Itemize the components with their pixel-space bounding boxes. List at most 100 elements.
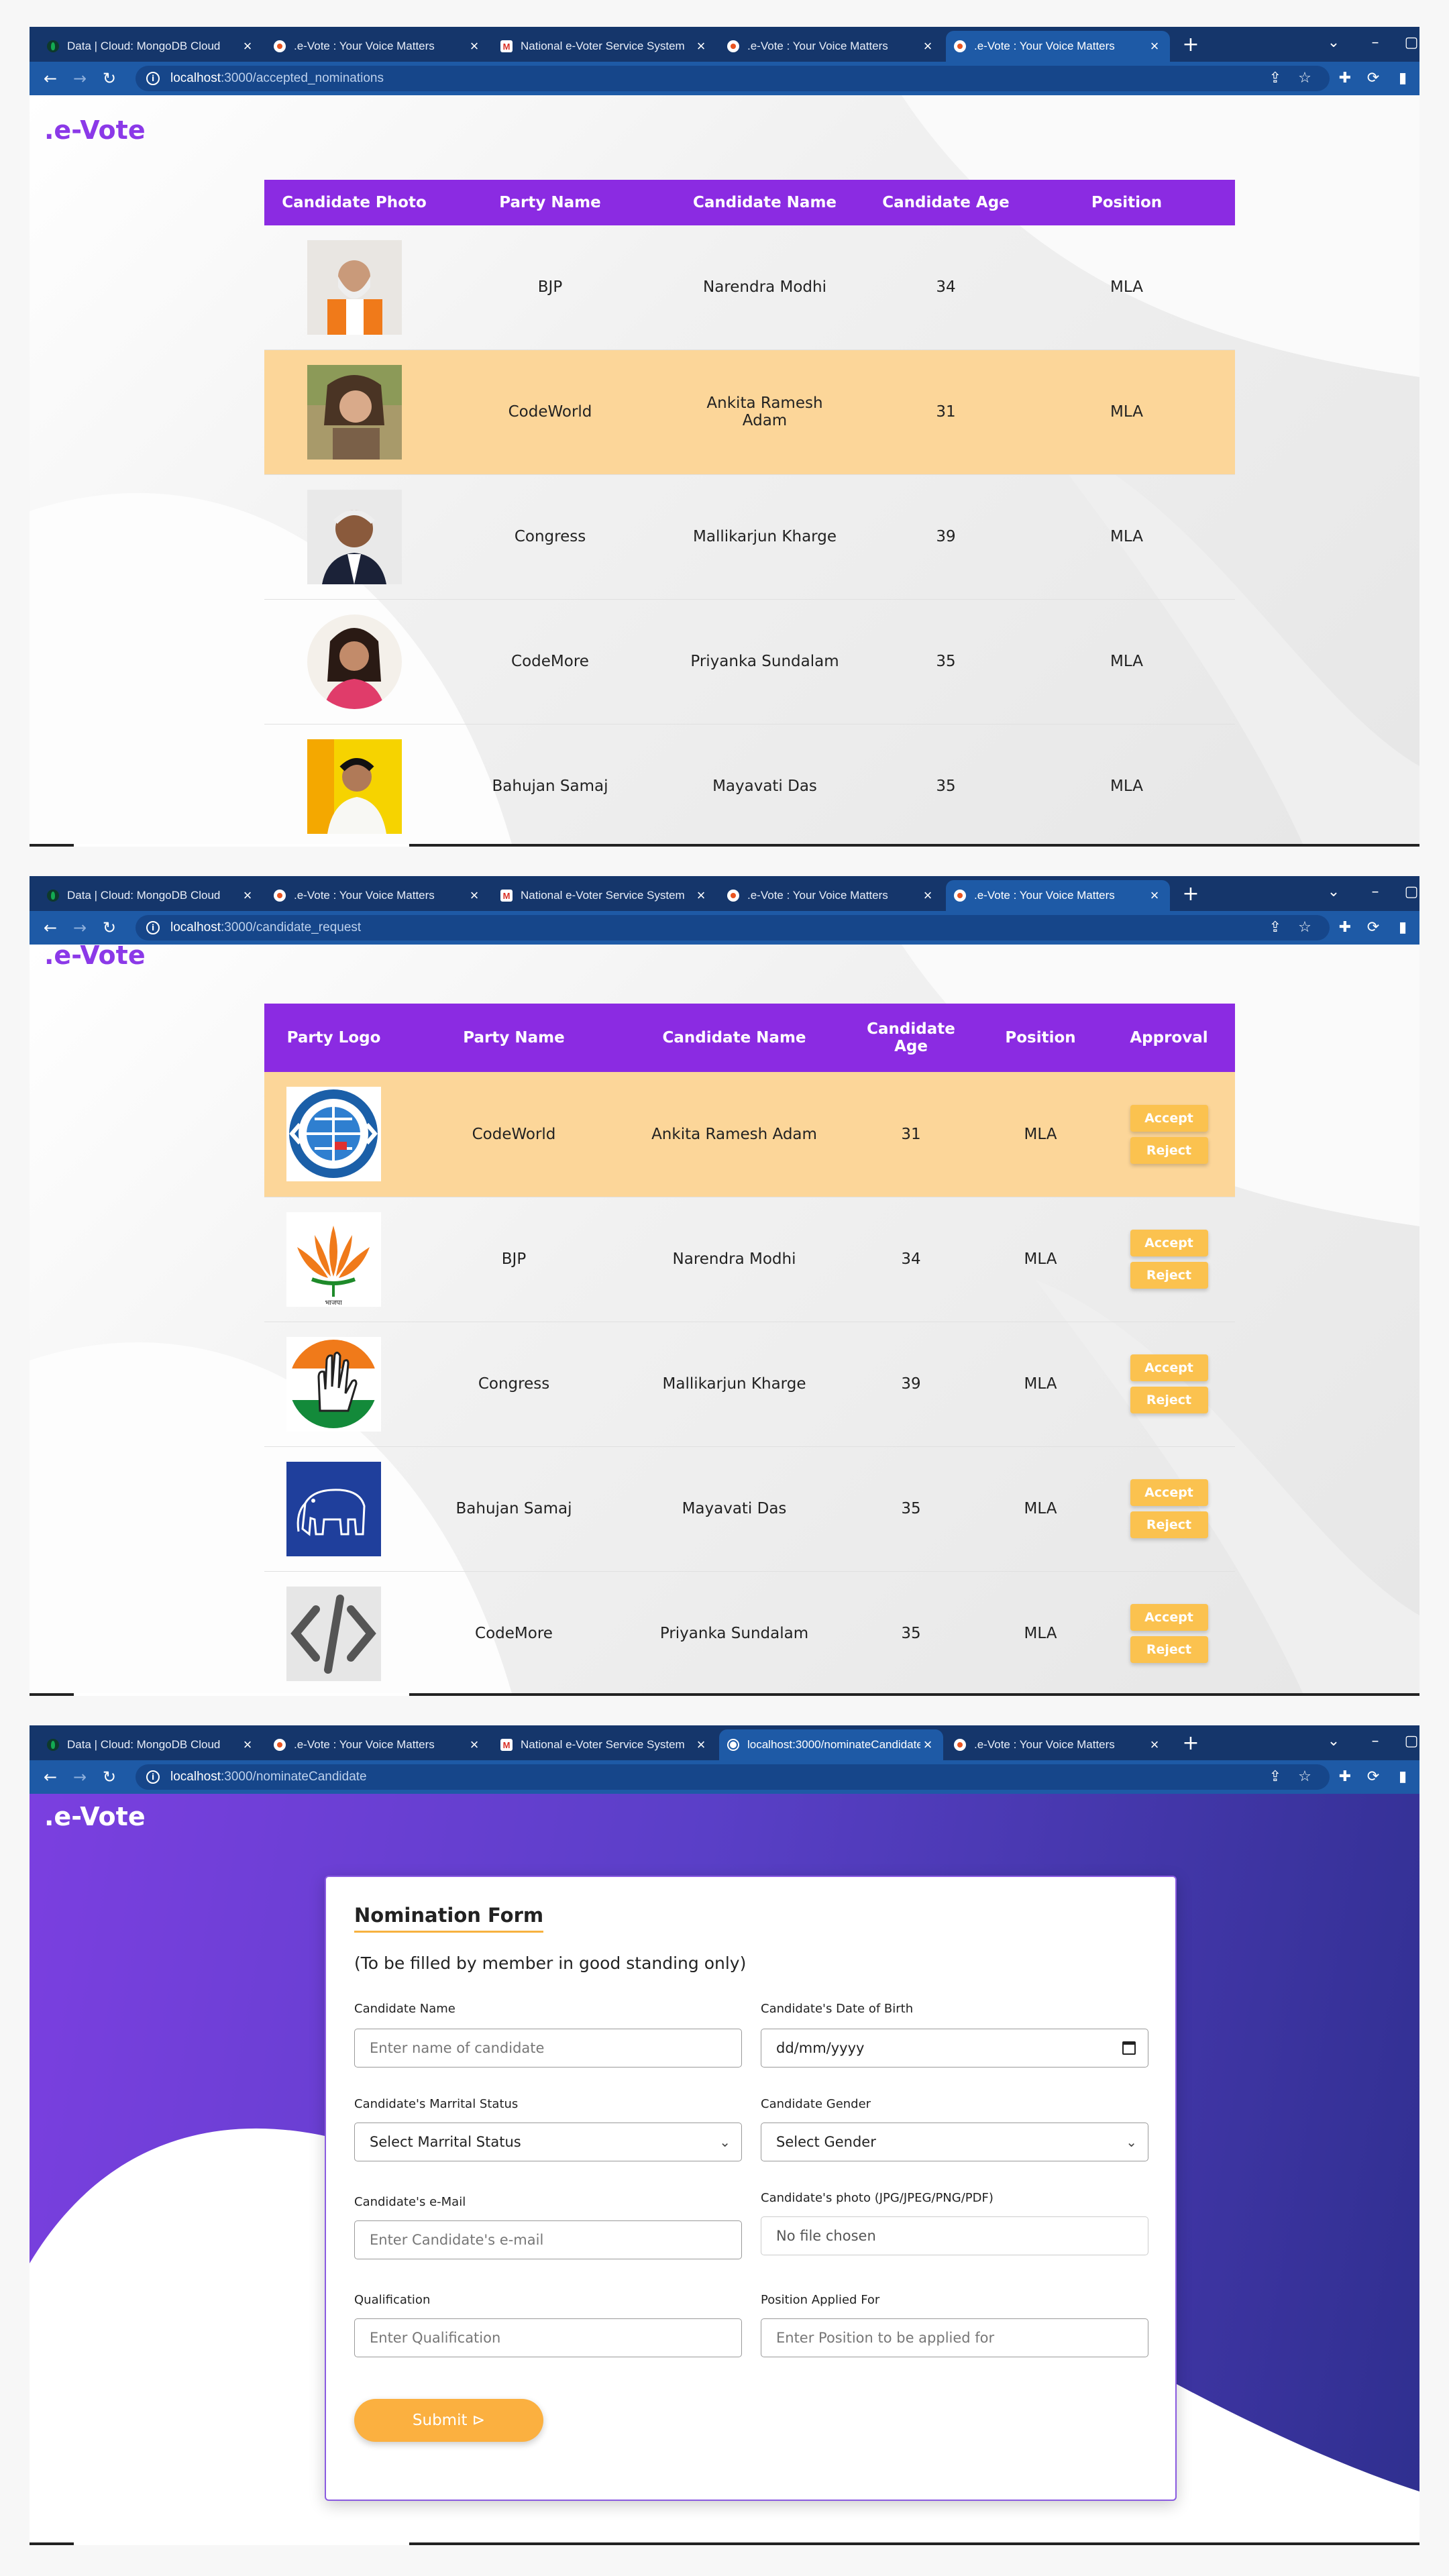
back-icon[interactable]: ← [38, 915, 63, 941]
bookmark-star-icon[interactable]: ☆ [1293, 916, 1316, 939]
close-icon[interactable]: × [1147, 887, 1162, 904]
reject-button[interactable]: Reject [1130, 1387, 1208, 1413]
reject-button[interactable]: Reject [1130, 1262, 1208, 1289]
page-content: .e-Vote Party Logo Party Name Candidate … [30, 945, 1419, 1696]
sync-icon[interactable]: ⟳ [1362, 67, 1385, 90]
brand-logo[interactable]: .e-Vote [44, 115, 146, 145]
photo-file-input[interactable]: No file chosen [761, 2216, 1148, 2255]
close-icon[interactable]: × [920, 1736, 935, 1754]
brand-logo[interactable]: .e-Vote [44, 1802, 146, 1831]
browser-tab-active[interactable]: .e-Vote : Your Voice Matters × [946, 880, 1170, 911]
reject-button[interactable]: Reject [1130, 1636, 1208, 1663]
side-panel-icon[interactable]: ▮ [1391, 67, 1414, 90]
close-icon[interactable]: × [240, 887, 255, 904]
minimize-icon[interactable]: – [1362, 30, 1389, 56]
candidate-name-input[interactable]: Enter name of candidate [354, 2029, 742, 2068]
browser-tab[interactable]: National e-Voter Service System× [492, 1729, 716, 1760]
candidate-photo [307, 489, 402, 584]
new-tab-button[interactable]: + [1179, 883, 1202, 906]
minimize-icon[interactable]: – [1362, 1728, 1389, 1755]
forward-icon[interactable]: → [67, 915, 93, 941]
browser-tab[interactable]: Data | Cloud: MongoDB Cloud × [39, 880, 263, 911]
maximize-icon[interactable]: ▢ [1398, 1728, 1419, 1755]
share-icon[interactable]: ⇪ [1264, 1766, 1287, 1788]
brand-logo[interactable]: .e-Vote [44, 945, 146, 970]
close-icon[interactable]: × [920, 887, 935, 904]
browser-tab[interactable]: .e-Vote : Your Voice Matters × [719, 880, 943, 911]
info-icon[interactable]: i [146, 72, 160, 85]
close-icon[interactable]: × [467, 1736, 482, 1754]
close-icon[interactable]: × [1147, 1736, 1162, 1754]
url-field[interactable]: i localhost:3000/nominateCandidate [136, 1764, 1330, 1790]
address-bar: ← → ↻ i localhost:3000/candidate_request … [30, 911, 1419, 945]
bookmark-star-icon[interactable]: ☆ [1293, 67, 1316, 90]
minimize-icon[interactable]: – [1362, 879, 1389, 906]
marital-status-select[interactable]: Select Marrital Status ⌄ [354, 2123, 742, 2161]
dob-input[interactable]: dd/mm/yyyy [761, 2029, 1148, 2068]
browser-tab[interactable]: National e-Voter Service System× [492, 880, 716, 911]
back-icon[interactable]: ← [38, 66, 63, 91]
close-icon[interactable]: × [240, 38, 255, 55]
tab-search-icon[interactable]: ⌄ [1320, 879, 1347, 906]
browser-tab-active[interactable]: localhost:3000/nominateCandidate × [719, 1729, 943, 1760]
sync-icon[interactable]: ⟳ [1362, 916, 1385, 939]
accept-button[interactable]: Accept [1130, 1479, 1208, 1506]
extensions-icon[interactable]: ✚ [1334, 1766, 1356, 1788]
close-icon[interactable]: × [694, 38, 708, 55]
new-tab-button[interactable]: + [1179, 34, 1202, 56]
email-input[interactable]: Enter Candidate's e-mail [354, 2220, 742, 2259]
close-icon[interactable]: × [694, 1736, 708, 1754]
close-icon[interactable]: × [1147, 38, 1162, 55]
forward-icon[interactable]: → [67, 66, 93, 91]
tab-search-icon[interactable]: ⌄ [1320, 30, 1347, 56]
browser-tab[interactable]: .e-Vote : Your Voice Matters × [266, 31, 490, 62]
browser-tab[interactable]: .e-Vote : Your Voice Matters × [266, 1729, 490, 1760]
position-input[interactable]: Enter Position to be applied for [761, 2318, 1148, 2357]
extensions-icon[interactable]: ✚ [1334, 67, 1356, 90]
back-icon[interactable]: ← [38, 1764, 63, 1790]
close-icon[interactable]: × [694, 887, 708, 904]
accept-button[interactable]: Accept [1130, 1354, 1208, 1381]
calendar-icon[interactable] [1122, 2041, 1136, 2055]
info-icon[interactable]: i [146, 1770, 160, 1784]
submit-button[interactable]: Submit ⊳ [354, 2399, 543, 2442]
browser-tab[interactable]: .e-Vote : Your Voice Matters × [946, 1729, 1170, 1760]
side-panel-icon[interactable]: ▮ [1391, 916, 1414, 939]
reject-button[interactable]: Reject [1130, 1511, 1208, 1538]
reload-icon[interactable]: ↻ [97, 915, 122, 941]
maximize-icon[interactable]: ▢ [1398, 879, 1419, 906]
accept-button[interactable]: Accept [1130, 1104, 1208, 1132]
info-icon[interactable]: i [146, 921, 160, 934]
share-icon[interactable]: ⇪ [1264, 916, 1287, 939]
close-icon[interactable]: × [920, 38, 935, 55]
column-header: Party Name [403, 1004, 625, 1072]
accept-button[interactable]: Accept [1130, 1230, 1208, 1256]
browser-tab-active[interactable]: .e-Vote : Your Voice Matters × [946, 31, 1170, 62]
maximize-icon[interactable]: ▢ [1398, 30, 1419, 56]
qualification-input[interactable]: Enter Qualification [354, 2318, 742, 2357]
reject-button[interactable]: Reject [1130, 1136, 1208, 1164]
tab-search-icon[interactable]: ⌄ [1320, 1728, 1347, 1755]
close-icon[interactable]: × [467, 38, 482, 55]
close-icon[interactable]: × [467, 887, 482, 904]
reload-icon[interactable]: ↻ [97, 66, 122, 91]
share-icon[interactable]: ⇪ [1264, 67, 1287, 90]
browser-tab[interactable]: National e-Voter Service System× [492, 31, 716, 62]
url-field[interactable]: i localhost:3000/accepted_nominations [136, 66, 1330, 91]
sync-icon[interactable]: ⟳ [1362, 1766, 1385, 1788]
bookmark-star-icon[interactable]: ☆ [1293, 1766, 1316, 1788]
gmail-icon [500, 890, 513, 902]
accept-button[interactable]: Accept [1130, 1604, 1208, 1631]
forward-icon[interactable]: → [67, 1764, 93, 1790]
reload-icon[interactable]: ↻ [97, 1764, 122, 1790]
url-field[interactable]: i localhost:3000/candidate_request [136, 915, 1330, 941]
side-panel-icon[interactable]: ▮ [1391, 1766, 1414, 1788]
extensions-icon[interactable]: ✚ [1334, 916, 1356, 939]
close-icon[interactable]: × [240, 1736, 255, 1754]
browser-tab[interactable]: .e-Vote : Your Voice Matters × [719, 31, 943, 62]
browser-tab[interactable]: Data | Cloud: MongoDB Cloud × [39, 31, 263, 62]
browser-tab[interactable]: .e-Vote : Your Voice Matters × [266, 880, 490, 911]
new-tab-button[interactable]: + [1179, 1732, 1202, 1755]
gender-select[interactable]: Select Gender ⌄ [761, 2123, 1148, 2161]
browser-tab[interactable]: Data | Cloud: MongoDB Cloud × [39, 1729, 263, 1760]
